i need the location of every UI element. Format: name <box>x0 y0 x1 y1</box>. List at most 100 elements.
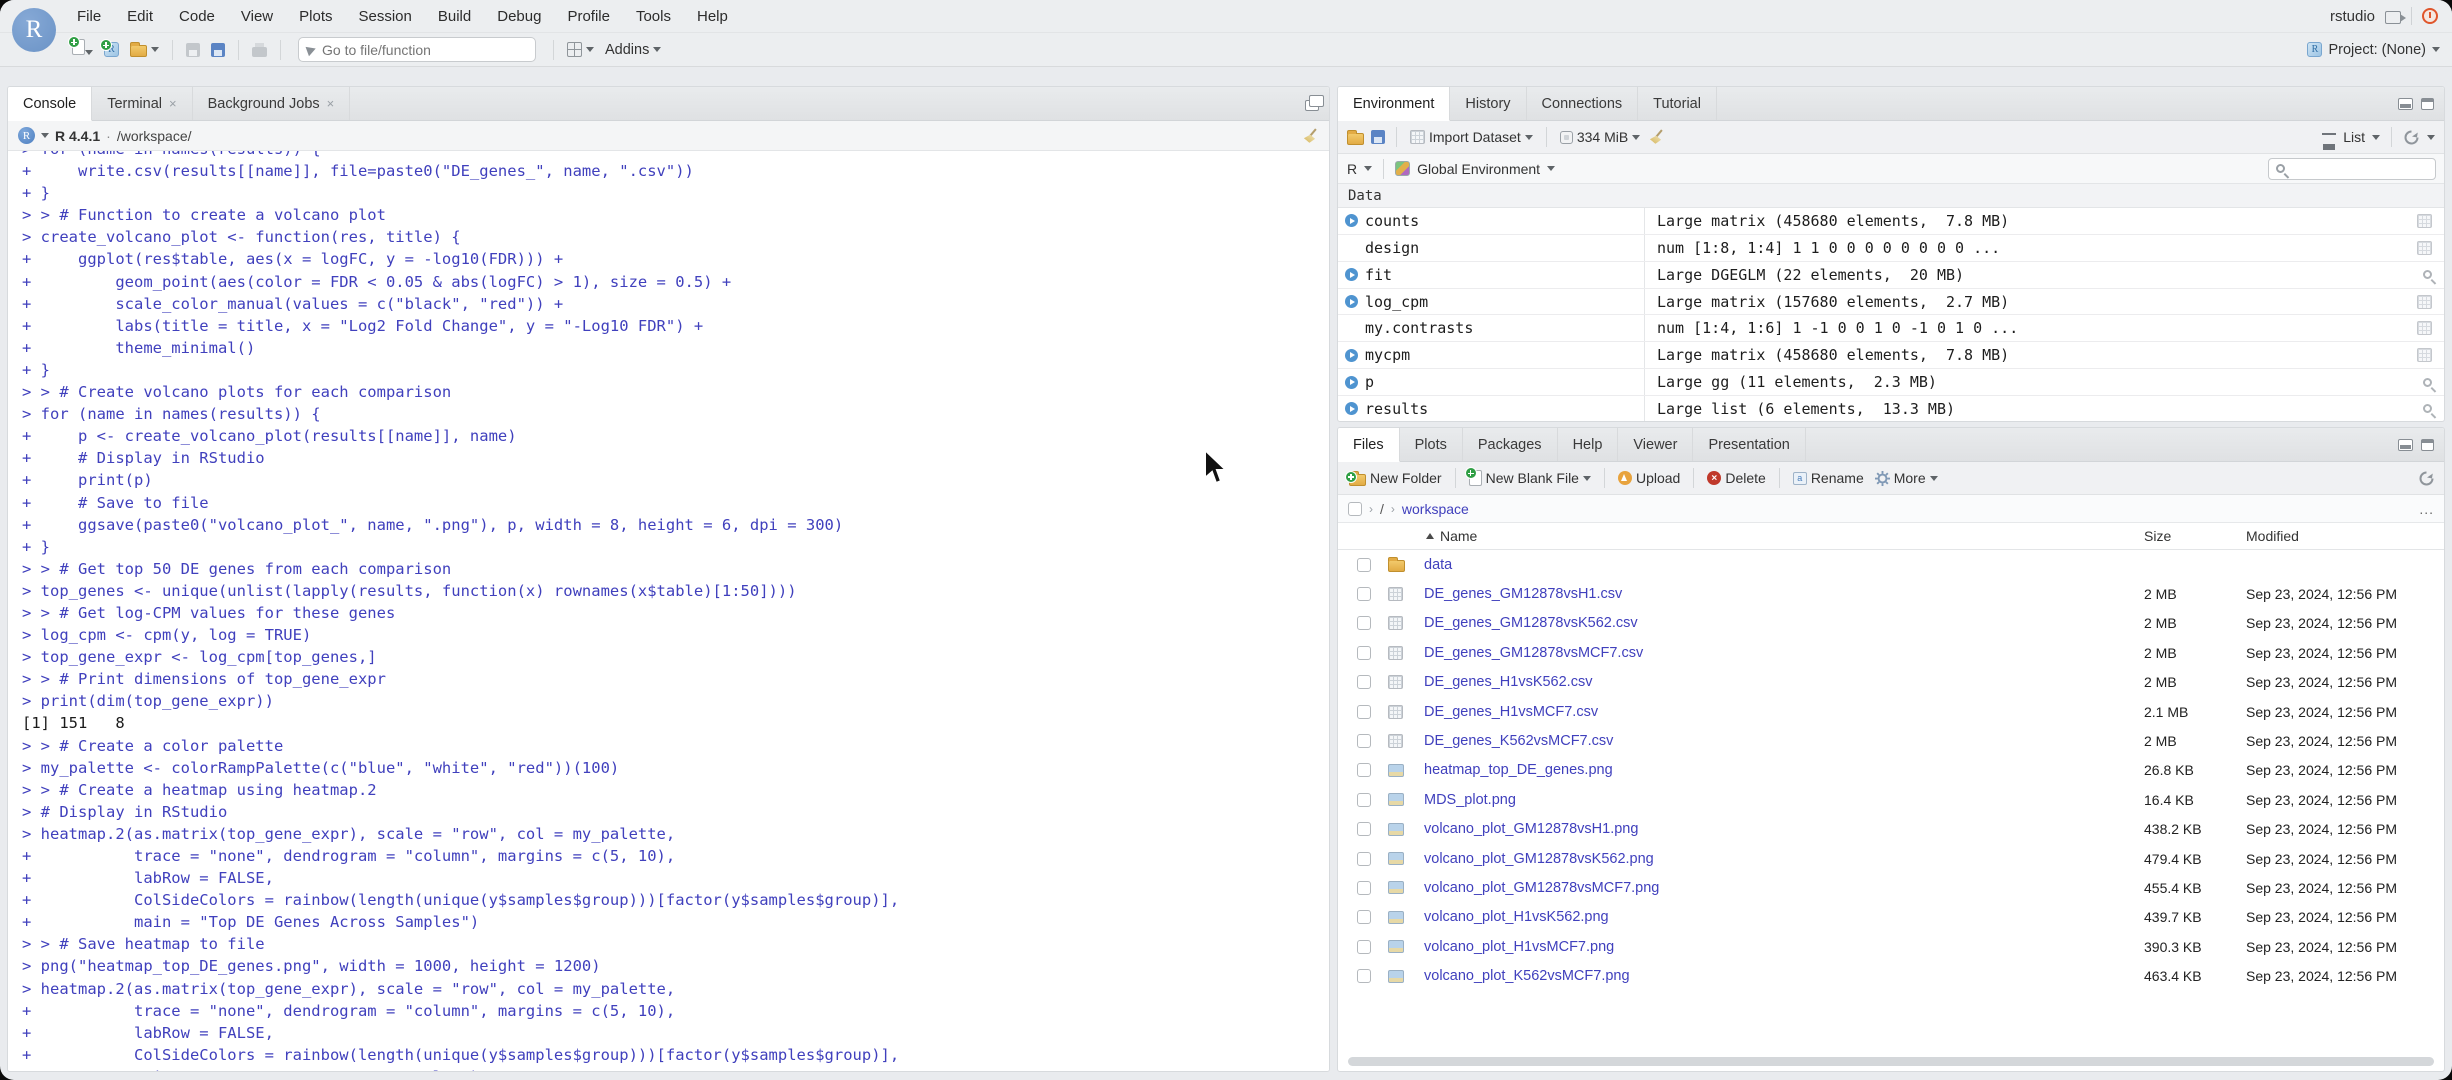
file-checkbox[interactable] <box>1357 557 1371 572</box>
list-view-button[interactable]: List <box>2343 129 2365 145</box>
file-row-de-genes-gm12878vsk562-csv[interactable]: DE_genes_GM12878vsK562.csv 2 MB Sep 23, 20… <box>1338 609 2444 638</box>
tab-help[interactable]: Help <box>1558 428 1619 461</box>
environment-object-row[interactable]: fit Large DGEGLM (22 elements, 20 MB) <box>1338 261 2444 289</box>
goto-file-function-box[interactable] <box>298 37 536 62</box>
file-row-volcano-plot-h1vsmcf7-png[interactable]: volcano_plot_H1vsMCF7.png 390.3 KB Sep 23,… <box>1338 932 2444 961</box>
close-icon[interactable]: × <box>327 96 335 111</box>
file-checkbox[interactable] <box>1357 616 1371 631</box>
file-name-link[interactable]: DE_genes_GM12878vsH1.csv <box>1424 586 1622 602</box>
new-file-button[interactable] <box>68 36 95 62</box>
breadcrumb-root[interactable]: / <box>1380 501 1384 517</box>
rename-button[interactable]: a Rename <box>1791 468 1866 488</box>
grid-view-icon[interactable] <box>2417 321 2432 336</box>
tab-tutorial[interactable]: Tutorial <box>1638 87 1717 120</box>
inspect-icon[interactable] <box>2423 377 2432 387</box>
menu-code[interactable]: Code <box>168 5 226 28</box>
file-row-volcano-plot-k562vsmcf7-png[interactable]: volcano_plot_K562vsMCF7.png 463.4 KB Sep 2… <box>1338 961 2444 990</box>
clear-console-icon[interactable] <box>1303 128 1319 144</box>
grid-view-icon[interactable] <box>2417 348 2432 363</box>
file-checkbox[interactable] <box>1357 969 1371 984</box>
menu-build[interactable]: Build <box>427 5 482 28</box>
tab-background-jobs[interactable]: Background Jobs × <box>193 87 351 120</box>
minimize-pane-icon[interactable] <box>2398 438 2413 451</box>
environment-selector[interactable]: Global Environment <box>1417 161 1540 177</box>
expand-icon[interactable] <box>1345 348 1358 362</box>
menu-tools[interactable]: Tools <box>625 5 682 28</box>
maximize-pane-icon[interactable] <box>2421 438 2434 451</box>
open-in-new-window-icon[interactable] <box>2385 10 2406 24</box>
environment-object-row[interactable]: my.contrasts num [1:4, 1:6] 1 -1 0 0 1 0 … <box>1338 315 2444 343</box>
save-all-button[interactable] <box>209 41 227 59</box>
file-name-link[interactable]: volcano_plot_H1vsMCF7.png <box>1424 939 1614 955</box>
file-checkbox[interactable] <box>1357 851 1371 866</box>
goto-file-function-input[interactable] <box>322 41 492 58</box>
quit-session-icon[interactable] <box>2422 8 2438 24</box>
save-button[interactable] <box>184 41 202 59</box>
file-row-de-genes-gm12878vsmcf7-csv[interactable]: DE_genes_GM12878vsMCF7.csv 2 MB Sep 23, 20… <box>1338 638 2444 667</box>
file-row-de-genes-h1vsmcf7-csv[interactable]: DE_genes_H1vsMCF7.csv 2.1 MB Sep 23, 2024,… <box>1338 697 2444 726</box>
memory-usage-button[interactable]: 334 MiB <box>1558 127 1642 147</box>
file-name-link[interactable]: heatmap_top_DE_genes.png <box>1424 762 1613 778</box>
refresh-icon[interactable] <box>2403 129 2420 146</box>
tab-console[interactable]: Console <box>8 87 93 121</box>
select-all-checkbox[interactable] <box>1348 501 1362 516</box>
column-name[interactable]: Name <box>1426 528 1477 544</box>
close-icon[interactable]: × <box>169 96 177 111</box>
expand-icon[interactable] <box>1345 375 1358 389</box>
file-name-link[interactable]: DE_genes_H1vsMCF7.csv <box>1424 704 1598 720</box>
menu-help[interactable]: Help <box>686 5 739 28</box>
column-size[interactable]: Size <box>2144 528 2171 544</box>
file-row-data[interactable]: data <box>1338 550 2444 579</box>
expand-icon[interactable] <box>1345 402 1358 416</box>
console-output-area[interactable]: > for (name in names(results)) {+ write.… <box>8 151 1329 1071</box>
file-checkbox[interactable] <box>1357 645 1371 660</box>
environment-object-row[interactable]: results Large list (6 elements, 13.3 MB) <box>1338 396 2444 421</box>
inspect-icon[interactable] <box>2423 270 2432 280</box>
language-selector[interactable]: R <box>1347 161 1357 177</box>
grid-view-icon[interactable] <box>2417 240 2432 255</box>
maximize-pane-icon[interactable] <box>1305 95 1324 111</box>
file-name-link[interactable]: volcano_plot_GM12878vsMCF7.png <box>1424 880 1659 896</box>
file-row-volcano-plot-gm12878vsh1-png[interactable]: volcano_plot_GM12878vsH1.png 438.2 KB Sep … <box>1338 815 2444 844</box>
file-name-link[interactable]: volcano_plot_GM12878vsH1.png <box>1424 821 1638 837</box>
menu-edit[interactable]: Edit <box>116 5 164 28</box>
file-row-volcano-plot-gm12878vsk562-png[interactable]: volcano_plot_GM12878vsK562.png 479.4 KB Se… <box>1338 844 2444 873</box>
expand-icon[interactable] <box>1345 295 1358 308</box>
file-name-link[interactable]: DE_genes_GM12878vsK562.csv <box>1424 615 1638 631</box>
menu-plots[interactable]: Plots <box>288 5 343 28</box>
column-modified[interactable]: Modified <box>2246 528 2299 544</box>
file-checkbox[interactable] <box>1357 734 1371 749</box>
file-checkbox[interactable] <box>1357 675 1371 690</box>
file-checkbox[interactable] <box>1357 792 1371 807</box>
minimize-pane-icon[interactable] <box>2398 97 2413 110</box>
menu-debug[interactable]: Debug <box>486 5 552 28</box>
menu-view[interactable]: View <box>230 5 284 28</box>
environment-object-row[interactable]: design num [1:8, 1:4] 1 1 0 0 0 0 0 0 0 0… <box>1338 234 2444 262</box>
file-row-de-genes-gm12878vsh1-csv[interactable]: DE_genes_GM12878vsH1.csv 2 MB Sep 23, 2024… <box>1338 579 2444 608</box>
environment-object-row[interactable]: counts Large matrix (458680 elements, 7.8… <box>1338 208 2444 235</box>
file-checkbox[interactable] <box>1357 704 1371 719</box>
save-workspace-icon[interactable] <box>1371 130 1385 144</box>
file-checkbox[interactable] <box>1357 880 1371 895</box>
delete-button[interactable]: × Delete <box>1705 468 1767 488</box>
file-row-heatmap-top-de-genes-png[interactable]: heatmap_top_DE_genes.png 26.8 KB Sep 23, 2… <box>1338 756 2444 785</box>
file-row-volcano-plot-gm12878vsmcf7-png[interactable]: volcano_plot_GM12878vsMCF7.png 455.4 KB Se… <box>1338 873 2444 902</box>
new-blank-file-button[interactable]: New Blank File <box>1464 467 1593 488</box>
breadcrumb-workspace[interactable]: workspace <box>1402 501 1469 517</box>
grid-view-icon[interactable] <box>2417 213 2432 228</box>
environment-object-row[interactable]: log_cpm Large matrix (157680 elements, 2.… <box>1338 288 2444 316</box>
working-directory[interactable]: /workspace/ <box>117 128 192 144</box>
tab-plots[interactable]: Plots <box>1400 428 1463 461</box>
file-name-link[interactable]: DE_genes_H1vsK562.csv <box>1424 674 1592 690</box>
expand-icon[interactable] <box>1345 268 1358 282</box>
file-row-volcano-plot-h1vsk562-png[interactable]: volcano_plot_H1vsK562.png 439.7 KB Sep 23,… <box>1338 903 2444 932</box>
file-row-mds-plot-png[interactable]: MDS_plot.png 16.4 KB Sep 23, 2024, 12:56 P… <box>1338 785 2444 814</box>
more-button[interactable]: More <box>1873 468 1940 488</box>
menu-file[interactable]: File <box>66 5 112 28</box>
file-checkbox[interactable] <box>1357 939 1371 954</box>
workspace-panes-button[interactable] <box>565 40 596 59</box>
file-name-link[interactable]: DE_genes_K562vsMCF7.csv <box>1424 733 1613 749</box>
project-selector[interactable]: R Project: (None) <box>2307 42 2440 58</box>
tab-files[interactable]: Files <box>1338 428 1400 462</box>
file-row-de-genes-h1vsk562-csv[interactable]: DE_genes_H1vsK562.csv 2 MB Sep 23, 2024, 1… <box>1338 668 2444 697</box>
